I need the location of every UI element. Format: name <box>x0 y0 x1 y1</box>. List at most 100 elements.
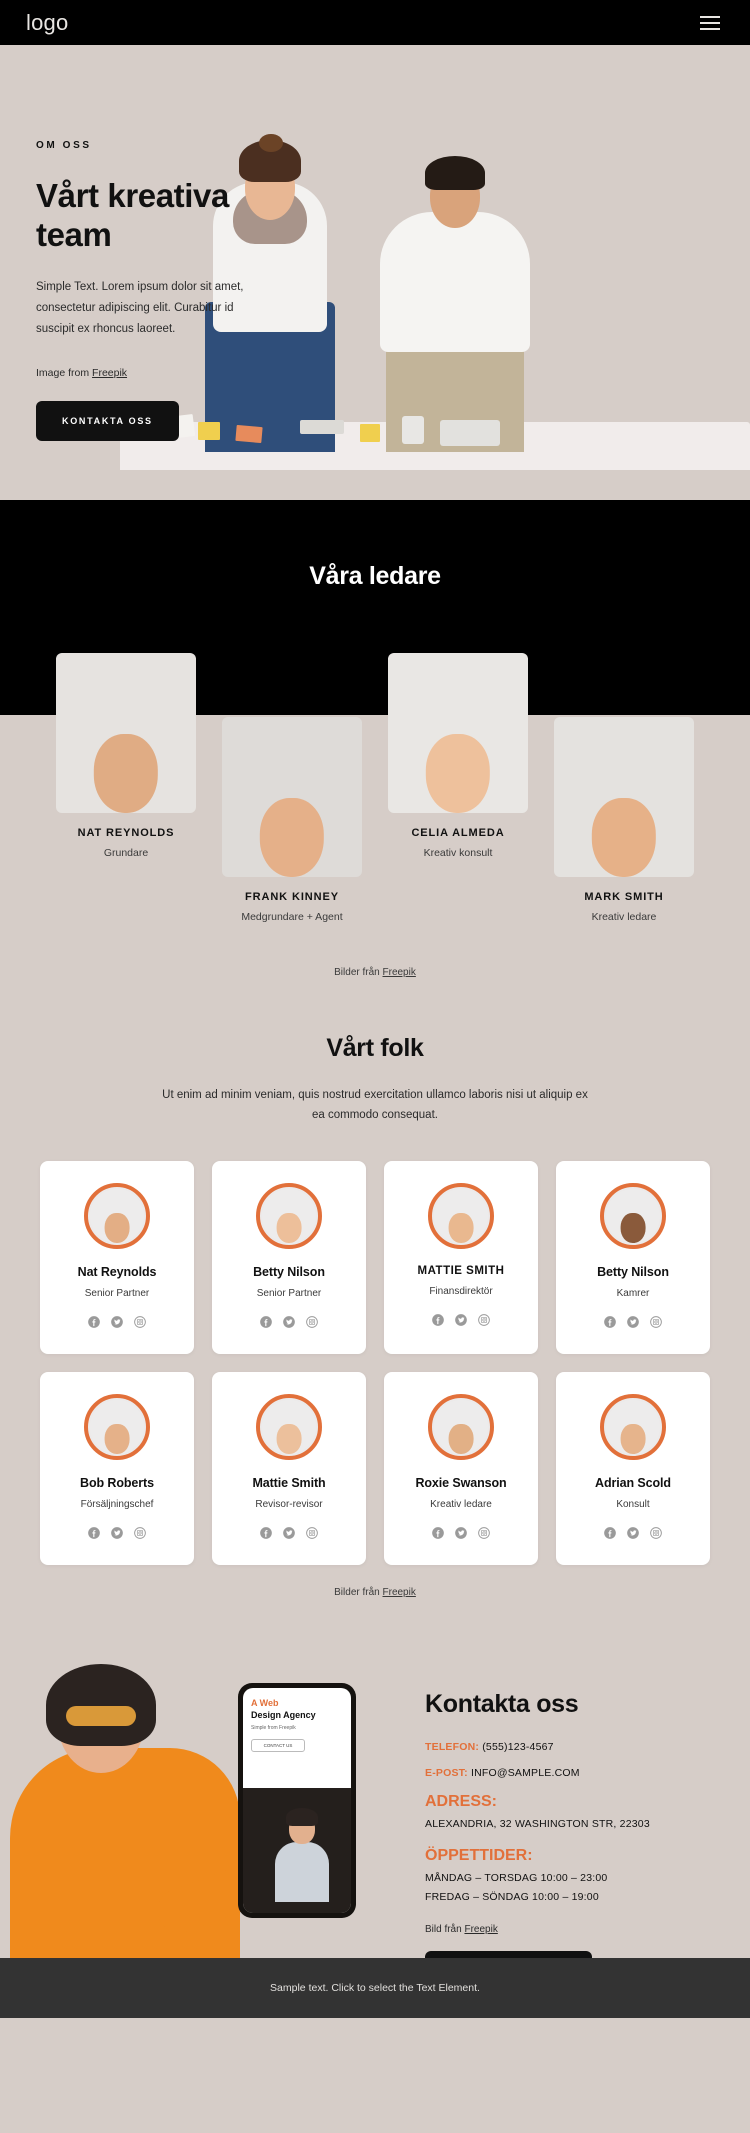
instagram-icon[interactable] <box>133 1526 147 1545</box>
member-name: Roxie Swanson <box>415 1476 507 1491</box>
contact-phone: TELEFON: (555)123-4567 <box>425 1741 725 1753</box>
facebook-icon[interactable] <box>259 1526 273 1545</box>
people-section: Vårt folk Ut enim ad minim veniam, quis … <box>0 978 750 1599</box>
member-name: Adrian Scold <box>595 1476 671 1491</box>
member-avatar <box>84 1183 150 1250</box>
woman-body <box>10 1748 240 1959</box>
twitter-icon[interactable] <box>282 1526 296 1545</box>
facebook-icon[interactable] <box>87 1315 101 1334</box>
people-credit-prefix: Bilder från <box>334 1587 383 1599</box>
team-member-card[interactable]: Mattie Smith Revisor-revisor <box>212 1372 366 1566</box>
sunglasses-icon <box>66 1706 136 1727</box>
leader-photo <box>222 717 362 877</box>
facebook-icon[interactable] <box>431 1526 445 1545</box>
instagram-icon[interactable] <box>477 1313 491 1332</box>
contact-image-credit: Bild från Freepik <box>425 1924 725 1935</box>
leader-name: FRANK KINNEY <box>245 891 339 903</box>
phone-headline-2: Design Agency <box>251 1709 316 1720</box>
hero-credit-link[interactable]: Freepik <box>92 367 127 379</box>
facebook-icon[interactable] <box>603 1526 617 1545</box>
member-role: Revisor-revisor <box>255 1499 323 1511</box>
team-member-card[interactable]: Adrian Scold Konsult <box>556 1372 710 1566</box>
member-socials <box>566 1315 700 1334</box>
twitter-icon[interactable] <box>454 1313 468 1332</box>
twitter-icon[interactable] <box>626 1315 640 1334</box>
member-avatar <box>256 1183 322 1250</box>
hamburger-icon[interactable] <box>696 12 724 34</box>
contact-hours: ÖPPETTIDER: MÅNDAG – TORSDAG 10:00 – 23:… <box>425 1847 725 1906</box>
phone-mockup: A Web Design Agency Simple from Freepik … <box>238 1683 356 1919</box>
team-member-card[interactable]: Betty Nilson Senior Partner <box>212 1161 366 1355</box>
member-socials <box>566 1526 700 1545</box>
hero-person-man <box>380 156 530 452</box>
twitter-icon[interactable] <box>626 1526 640 1545</box>
member-role: Konsult <box>616 1499 650 1511</box>
phone-subtext: Simple from Freepik <box>251 1724 296 1731</box>
instagram-icon[interactable] <box>649 1315 663 1334</box>
team-member-card[interactable]: Betty Nilson Kamrer <box>556 1161 710 1355</box>
twitter-icon[interactable] <box>110 1526 124 1545</box>
leader-photo <box>554 717 694 877</box>
instagram-icon[interactable] <box>133 1315 147 1334</box>
member-role: Försäljningschef <box>80 1499 154 1511</box>
twitter-icon[interactable] <box>454 1526 468 1545</box>
contact-credit-link[interactable]: Freepik <box>464 1924 497 1935</box>
hero-eyebrow: OM OSS <box>36 140 92 151</box>
footer-text[interactable]: Sample text. Click to select the Text El… <box>270 1982 480 1994</box>
team-member-card[interactable]: MATTIE SMITH Finansdirektör <box>384 1161 538 1355</box>
team-member-card[interactable]: Roxie Swanson Kreativ ledare <box>384 1372 538 1566</box>
member-socials <box>222 1315 356 1334</box>
contact-photo: A Web Design Agency Simple from Freepik … <box>0 1658 370 1959</box>
member-name: Bob Roberts <box>80 1476 154 1491</box>
facebook-icon[interactable] <box>431 1313 445 1332</box>
contact-phone-label: TELEFON: <box>425 1741 480 1754</box>
leaders-credit-link[interactable]: Freepik <box>383 967 416 978</box>
contact-title: Kontakta oss <box>425 1690 579 1719</box>
hero-paragraph: Simple Text. Lorem ipsum dolor sit amet,… <box>36 280 244 336</box>
member-socials <box>222 1526 356 1545</box>
top-navbar: logo <box>0 0 750 45</box>
team-member-card[interactable]: Bob Roberts Försäljningschef <box>40 1372 194 1566</box>
leader-role: Grundare <box>103 847 149 859</box>
people-image-credit: Bilder från Freepik <box>0 1565 750 1598</box>
people-subtitle: Ut enim ad minim veniam, quis nostrud ex… <box>162 1089 588 1122</box>
twitter-icon[interactable] <box>282 1315 296 1334</box>
leader-name: CELIA ALMEDA <box>411 827 505 839</box>
instagram-icon[interactable] <box>305 1526 319 1545</box>
hero-image-credit: Image from Freepik <box>36 367 300 379</box>
leader-card[interactable]: FRANK KINNEY Medgrundare + Agent <box>222 717 362 923</box>
contact-phone-value: (555)123-4567 <box>482 1741 554 1754</box>
contact-hours-line2: FREDAG – SÖNDAG 10:00 – 19:00 <box>425 1890 599 1903</box>
leader-photo <box>388 653 528 813</box>
contact-address-value: ALEXANDRIA, 32 WASHINGTON STR, 22303 <box>425 1818 650 1831</box>
book-consultation-button[interactable]: BOKKONSULTATION <box>425 1950 592 1959</box>
woman-hair <box>46 1664 156 1747</box>
instagram-icon[interactable] <box>305 1315 319 1334</box>
facebook-icon[interactable] <box>603 1315 617 1334</box>
member-avatar <box>600 1394 666 1461</box>
leader-photo <box>56 653 196 813</box>
site-logo[interactable]: logo <box>26 10 68 36</box>
twitter-icon[interactable] <box>110 1315 124 1334</box>
contact-address-label: ADRESS: <box>425 1793 498 1811</box>
instagram-icon[interactable] <box>649 1526 663 1545</box>
team-member-card[interactable]: Nat Reynolds Senior Partner <box>40 1161 194 1355</box>
leader-card[interactable]: CELIA ALMEDA Kreativ konsult <box>388 653 528 859</box>
instagram-icon[interactable] <box>477 1526 491 1545</box>
leader-card[interactable]: MARK SMITH Kreativ ledare <box>554 717 694 923</box>
member-name: MATTIE SMITH <box>417 1265 505 1278</box>
contact-address: ADRESS: ALEXANDRIA, 32 WASHINGTON STR, 2… <box>425 1793 725 1833</box>
contact-email: E-POST: INFO@SAMPLE.COM <box>425 1767 725 1779</box>
contact-hours-label: ÖPPETTIDER: <box>425 1847 533 1864</box>
page-title: Vårt kreativa team <box>36 177 229 253</box>
contact-section: A Web Design Agency Simple from Freepik … <box>0 1658 750 1959</box>
leader-name: NAT REYNOLDS <box>77 827 175 839</box>
hero-section: OM OSS Vårt kreativa team Simple Text. L… <box>0 45 750 500</box>
people-credit-link[interactable]: Freepik <box>383 1587 416 1598</box>
leader-card[interactable]: NAT REYNOLDS Grundare <box>56 653 196 859</box>
contact-us-button[interactable]: KONTAKTA OSS <box>36 400 179 441</box>
facebook-icon[interactable] <box>259 1315 273 1334</box>
facebook-icon[interactable] <box>87 1526 101 1545</box>
member-avatar <box>600 1183 666 1250</box>
phone-cta-button[interactable]: CONTACT US <box>251 1738 305 1752</box>
